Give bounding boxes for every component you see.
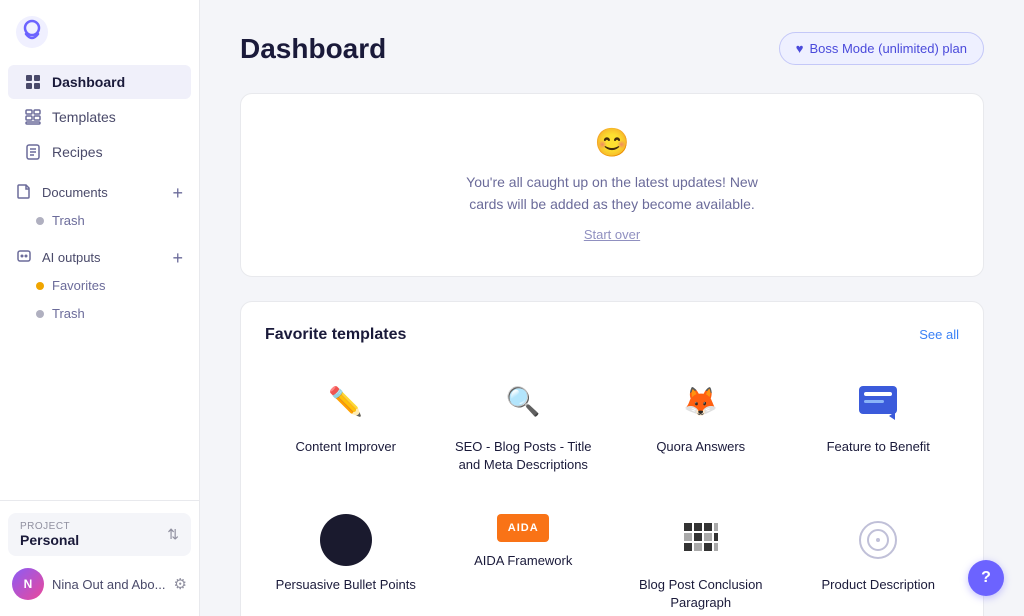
- ai-outputs-icon: [16, 248, 32, 267]
- favorite-templates-section: Favorite templates See all ✏️ Content Im…: [240, 301, 984, 616]
- sidebar-item-recipes[interactable]: Recipes: [8, 135, 191, 169]
- help-button[interactable]: ?: [968, 560, 1004, 596]
- sidebar-item-trash-ai[interactable]: Trash: [8, 300, 191, 327]
- template-feature-benefit[interactable]: Feature to Benefit: [798, 364, 960, 486]
- trash-ai-label: Trash: [52, 306, 85, 321]
- sidebar-item-trash-docs[interactable]: Trash: [8, 207, 191, 234]
- sidebar-bottom: PROJECT Personal ⇅ N Nina Out and Abo...…: [0, 500, 199, 616]
- template-seo-blog-posts[interactable]: 🔍 SEO - Blog Posts - Title and Meta Desc…: [443, 364, 605, 486]
- template-name: Content Improver: [296, 438, 396, 456]
- sidebar-item-templates[interactable]: Templates: [8, 100, 191, 134]
- documents-label: Documents: [42, 185, 108, 200]
- boss-mode-label: Boss Mode (unlimited) plan: [809, 41, 967, 56]
- main-content: Dashboard ♥ Boss Mode (unlimited) plan 😊…: [200, 0, 1024, 616]
- content-improver-icon: ✏️: [320, 376, 372, 428]
- settings-icon[interactable]: ⚙: [174, 575, 187, 593]
- sidebar-item-label: Dashboard: [52, 74, 125, 90]
- project-selector[interactable]: PROJECT Personal ⇅: [8, 513, 191, 556]
- template-name: Product Description: [822, 576, 935, 594]
- documents-icon: [16, 183, 32, 202]
- section-header: Favorite templates See all: [265, 326, 959, 344]
- avatar: N: [12, 568, 44, 600]
- trash-ai-dot: [36, 310, 44, 318]
- sidebar-item-dashboard[interactable]: Dashboard: [8, 65, 191, 99]
- product-description-icon: [852, 514, 904, 566]
- templates-icon: [24, 108, 42, 126]
- user-name: Nina Out and Abo...: [52, 577, 174, 592]
- template-name: Blog Post Conclusion Paragraph: [628, 576, 774, 612]
- start-over-link[interactable]: Start over: [584, 227, 640, 242]
- aida-icon: AIDA: [497, 514, 549, 542]
- blog-conclusion-icon: [675, 514, 727, 566]
- project-name: Personal: [20, 532, 79, 548]
- template-name: Persuasive Bullet Points: [276, 576, 416, 594]
- sidebar-navigation: Dashboard Templates Recipes Documents +: [0, 60, 199, 500]
- template-name: SEO - Blog Posts - Title and Meta Descri…: [451, 438, 597, 474]
- template-name: AIDA Framework: [474, 552, 572, 570]
- templates-grid: ✏️ Content Improver 🔍 SEO - Blog Posts -…: [265, 364, 959, 616]
- documents-add-button[interactable]: +: [172, 184, 183, 202]
- sidebar-item-label: Recipes: [52, 144, 103, 160]
- seo-blog-icon: 🔍: [497, 376, 549, 428]
- main-header: Dashboard ♥ Boss Mode (unlimited) plan: [240, 32, 984, 65]
- recipes-icon: [24, 143, 42, 161]
- sidebar-item-favorites[interactable]: Favorites: [8, 272, 191, 299]
- ai-outputs-label: AI outputs: [42, 250, 101, 265]
- template-name: Feature to Benefit: [827, 438, 930, 456]
- template-aida-framework[interactable]: AIDA AIDA Framework: [443, 502, 605, 616]
- user-row: N Nina Out and Abo... ⚙: [8, 564, 191, 604]
- feature-benefit-icon: [852, 376, 904, 428]
- template-name: Quora Answers: [656, 438, 745, 456]
- update-emoji: 😊: [265, 126, 959, 159]
- dashboard-icon: [24, 73, 42, 91]
- quora-icon: 🦊: [675, 376, 727, 428]
- favorites-dot: [36, 282, 44, 290]
- persuasive-bullets-icon: [320, 514, 372, 566]
- update-card: 😊 You're all caught up on the latest upd…: [240, 93, 984, 277]
- jasper-logo: [16, 16, 48, 48]
- logo-area: [0, 0, 199, 60]
- template-blog-conclusion[interactable]: Blog Post Conclusion Paragraph: [620, 502, 782, 616]
- ai-outputs-add-button[interactable]: +: [172, 249, 183, 267]
- trash-docs-dot: [36, 217, 44, 225]
- boss-mode-button[interactable]: ♥ Boss Mode (unlimited) plan: [779, 32, 984, 65]
- favorites-label: Favorites: [52, 278, 105, 293]
- sidebar-item-label: Templates: [52, 109, 116, 125]
- section-title: Favorite templates: [265, 326, 406, 344]
- project-chevron-icon: ⇅: [167, 526, 179, 543]
- see-all-link[interactable]: See all: [919, 327, 959, 342]
- update-text: You're all caught up on the latest updat…: [265, 171, 959, 216]
- ai-outputs-section-header[interactable]: AI outputs +: [0, 238, 199, 271]
- template-product-description[interactable]: Product Description: [798, 502, 960, 616]
- template-content-improver[interactable]: ✏️ Content Improver: [265, 364, 427, 486]
- project-label: PROJECT: [20, 521, 79, 532]
- template-persuasive-bullets[interactable]: Persuasive Bullet Points: [265, 502, 427, 616]
- trash-docs-label: Trash: [52, 213, 85, 228]
- sidebar: Dashboard Templates Recipes Documents +: [0, 0, 200, 616]
- template-quora-answers[interactable]: 🦊 Quora Answers: [620, 364, 782, 486]
- boss-mode-icon: ♥: [796, 41, 804, 56]
- documents-section-header[interactable]: Documents +: [0, 173, 199, 206]
- page-title: Dashboard: [240, 33, 386, 65]
